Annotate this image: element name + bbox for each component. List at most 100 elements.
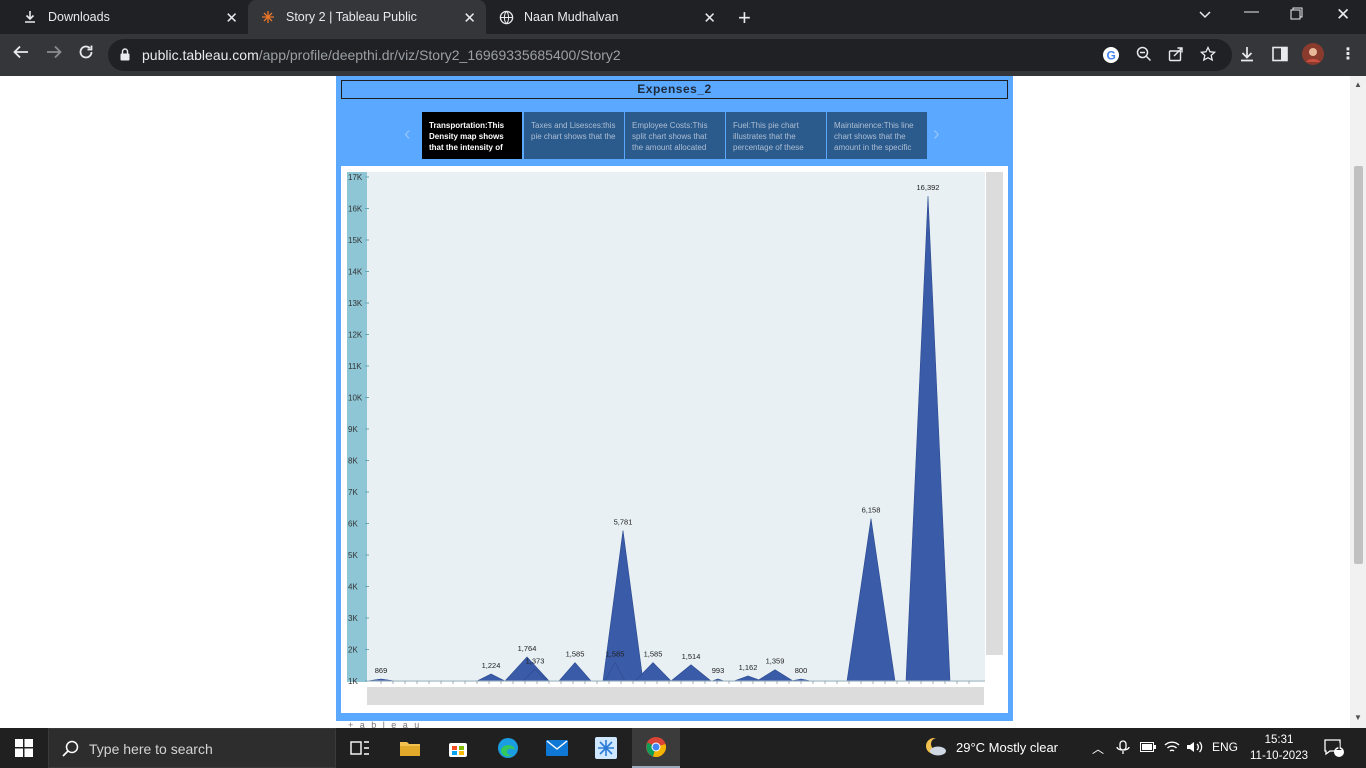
y-tick-label: 15K [348, 236, 363, 245]
scrollbar-thumb[interactable] [1354, 166, 1363, 564]
data-label: 1,585 [606, 650, 625, 659]
page-scrollbar[interactable]: ▲ ▼ [1350, 76, 1366, 728]
data-label: 1,162 [739, 663, 758, 672]
story-point-employee-costs[interactable]: Employee Costs:This split chart shows th… [625, 112, 725, 159]
close-icon[interactable]: ✕ [463, 9, 476, 27]
data-label: 6,158 [862, 506, 881, 515]
tray-chevron-icon[interactable]: ︿ [1092, 740, 1104, 757]
weather-text[interactable]: 29°C Mostly clear [956, 740, 1058, 755]
windows-taskbar: Type here to search 29°C Mostly clear ︿ … [0, 728, 1366, 768]
area-peak[interactable] [670, 664, 712, 682]
tab-story2[interactable]: Story 2 | Tableau Public ✕ [248, 0, 486, 34]
tableau-story: Expenses_2 ‹ Transportation:This Density… [336, 76, 1013, 721]
share-icon[interactable] [1168, 46, 1184, 67]
downloads-icon[interactable] [1240, 46, 1254, 67]
menu-icon[interactable]: ⋮ [1340, 44, 1356, 64]
story-point-maintainence[interactable]: Maintainence:This line chart shows that … [827, 112, 927, 159]
area-peak[interactable] [558, 662, 592, 682]
y-tick-label: 16K [348, 205, 363, 214]
google-icon[interactable]: G [1102, 46, 1120, 69]
y-tick-label: 17K [348, 173, 363, 182]
scroll-down-icon[interactable]: ▼ [1354, 713, 1362, 722]
close-icon[interactable]: ✕ [225, 9, 238, 27]
y-tick-label: 5K [348, 551, 358, 560]
chart-frame: 17K 16K 15K 14K 13K 12K 11K 10K 9K 8K 7K 6K 5K 4K 3K 2K… [341, 166, 1008, 713]
battery-icon[interactable] [1140, 740, 1156, 755]
notification-count: 1 [1336, 742, 1342, 753]
story-point-taxes[interactable]: Taxes and Lisesces:this pie chart shows … [524, 112, 624, 159]
story-title: Expenses_2 [341, 80, 1008, 99]
tab-search-icon[interactable] [1198, 7, 1212, 24]
data-label: 1,764 [518, 644, 537, 653]
y-tick-label: 4K [348, 583, 358, 592]
story-point-fuel[interactable]: Fuel:This pie chart illustrates that the… [726, 112, 826, 159]
prev-point-arrow[interactable]: ‹ [404, 123, 411, 146]
back-button[interactable] [12, 43, 30, 66]
browser-tab-bar: Downloads ✕ Story 2 | Tableau Public ✕ N… [0, 0, 1366, 34]
y-tick-label: 11K [348, 362, 362, 371]
reload-button[interactable] [77, 43, 95, 66]
start-button[interactable] [0, 728, 48, 768]
area-peak[interactable] [905, 196, 951, 682]
area-peak[interactable] [755, 669, 795, 682]
forward-button[interactable] [45, 43, 63, 66]
language-indicator[interactable]: ENG [1212, 740, 1238, 754]
browser-toolbar: public.tableau.com/app/profile/deepthi.d… [0, 34, 1366, 76]
y-tick-label: 2K [348, 646, 358, 655]
y-tick-label: 13K [348, 299, 363, 308]
snowflake-app-icon[interactable] [582, 728, 630, 768]
area-chart: 17K 16K 15K 14K 13K 12K 11K 10K 9K 8K 7K 6K 5K 4K 3K 2K… [348, 173, 985, 686]
data-label: 800 [795, 666, 808, 675]
store-icon[interactable] [434, 728, 482, 768]
clock-date: 11-10-2023 [1250, 750, 1308, 762]
data-label: 1,373 [526, 656, 545, 665]
data-label: 1,359 [766, 657, 785, 666]
address-bar[interactable]: public.tableau.com/app/profile/deepthi.d… [108, 39, 1232, 71]
file-explorer-icon[interactable] [386, 728, 434, 768]
next-point-arrow[interactable]: › [933, 123, 940, 146]
chart-horizontal-scrollbar[interactable] [367, 687, 984, 705]
tab-label: Story 2 | Tableau Public [286, 10, 417, 24]
windows-icon [15, 739, 33, 757]
chrome-icon[interactable] [632, 728, 680, 768]
minimize-button[interactable]: — [1244, 3, 1259, 20]
tableau-logo[interactable]: + a b l e a u [348, 720, 421, 728]
volume-icon[interactable] [1186, 740, 1204, 757]
avatar[interactable] [1302, 43, 1324, 70]
close-window-button[interactable]: ✕ [1336, 5, 1350, 25]
area-peak[interactable] [846, 518, 896, 682]
data-label: 16,392 [917, 183, 940, 192]
weather-icon[interactable] [924, 736, 948, 761]
tab-label: Downloads [48, 10, 110, 24]
zoom-icon[interactable] [1136, 46, 1152, 67]
restore-button[interactable] [1290, 7, 1303, 24]
bookmark-star-icon[interactable] [1199, 45, 1217, 67]
area-peak[interactable] [476, 673, 506, 682]
y-tick-label: 3K [348, 614, 358, 623]
tab-naan-mudhalvan[interactable]: Naan Mudhalvan ✕ [486, 0, 726, 34]
download-icon [22, 9, 38, 25]
taskbar-search[interactable]: Type here to search [48, 728, 336, 768]
y-tick-label: 7K [348, 488, 358, 497]
new-tab-button[interactable]: + [738, 5, 751, 31]
story-point-transportation[interactable]: Transportation:This Density map shows th… [422, 112, 522, 159]
side-panel-icon[interactable] [1272, 46, 1288, 67]
close-icon[interactable]: ✕ [703, 9, 716, 27]
wifi-icon[interactable] [1164, 740, 1180, 757]
task-view-icon[interactable] [336, 728, 384, 768]
y-tick-label: 10K [348, 394, 363, 403]
chart-vertical-scrollbar[interactable] [986, 172, 1003, 655]
data-label: 1,514 [682, 652, 701, 661]
clock[interactable]: 15:31 11-10-2023 [1250, 732, 1308, 764]
url-text: public.tableau.com/app/profile/deepthi.d… [142, 47, 621, 63]
clock-time: 15:31 [1264, 734, 1294, 746]
scroll-up-icon[interactable]: ▲ [1354, 80, 1362, 89]
edge-icon[interactable] [484, 728, 532, 768]
tab-downloads[interactable]: Downloads ✕ [8, 0, 248, 34]
lock-icon[interactable] [120, 48, 130, 66]
tab-label: Naan Mudhalvan [524, 10, 619, 24]
meet-now-icon[interactable] [1116, 740, 1130, 758]
mail-icon[interactable] [533, 728, 581, 768]
y-tick-label: 6K [348, 520, 358, 529]
y-tick-label: 1K [348, 677, 358, 686]
